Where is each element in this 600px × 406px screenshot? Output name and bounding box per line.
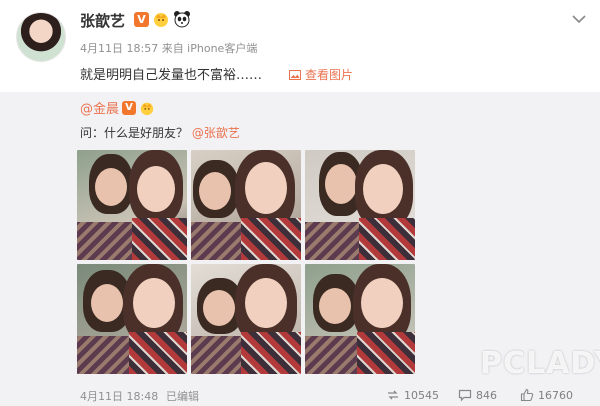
repost-footer: 4月11日 18:48 已编辑 10545 846 16760 — [80, 388, 590, 406]
comment-button[interactable]: 846 — [458, 388, 497, 402]
avatar[interactable] — [16, 12, 66, 62]
edited-label: 已编辑 — [166, 390, 199, 403]
view-images-label: 查看图片 — [305, 68, 354, 82]
crown-icon — [140, 102, 154, 115]
repost-author-row: @金晨 V — [80, 98, 155, 117]
like-icon — [520, 388, 534, 402]
watermark-logo: PCLADY — [480, 346, 600, 381]
photo-thumbnail[interactable] — [77, 150, 187, 260]
like-count: 16760 — [538, 388, 573, 402]
mention-link[interactable]: @张歆艺 — [192, 126, 240, 140]
chevron-down-icon[interactable] — [572, 14, 586, 24]
post-text: 就是明明自己发量也不富裕…… — [80, 68, 263, 83]
comment-count: 846 — [476, 388, 497, 402]
post-username[interactable]: 张歆艺 — [80, 10, 125, 31]
photo-thumbnail[interactable] — [305, 150, 415, 260]
like-button[interactable]: 16760 — [520, 388, 573, 402]
post-header: 张歆艺 V 4月11日 18:57 来自 iPhone客户端 就是明明自己发量也… — [0, 0, 600, 92]
photo-thumbnail[interactable] — [191, 264, 301, 374]
photo-thumbnail[interactable] — [77, 264, 187, 374]
repost-author[interactable]: @金晨 — [80, 98, 119, 117]
photo-grid — [77, 150, 415, 376]
panda-icon — [174, 11, 190, 28]
vip-badge: V — [122, 100, 137, 115]
post-meta: 4月11日 18:57 来自 iPhone客户端 — [80, 42, 258, 55]
repost-text: 问：什么是好朋友？ @张歆艺 — [80, 124, 240, 141]
comment-icon — [458, 389, 472, 402]
photo-thumbnail[interactable] — [191, 150, 301, 260]
repost-time[interactable]: 4月11日 18:48 — [80, 388, 158, 404]
repost-count: 10545 — [404, 388, 439, 402]
repost-icon — [388, 390, 398, 400]
repost-text-prefix: 问：什么是好朋友？ — [80, 126, 192, 140]
view-images-link[interactable]: 查看图片 — [289, 66, 353, 83]
vip-badge: V — [134, 12, 149, 27]
repost-button[interactable]: 10545 — [386, 388, 439, 402]
photo-thumbnail[interactable] — [305, 264, 415, 374]
crown-icon — [154, 13, 168, 27]
image-icon — [289, 69, 301, 80]
